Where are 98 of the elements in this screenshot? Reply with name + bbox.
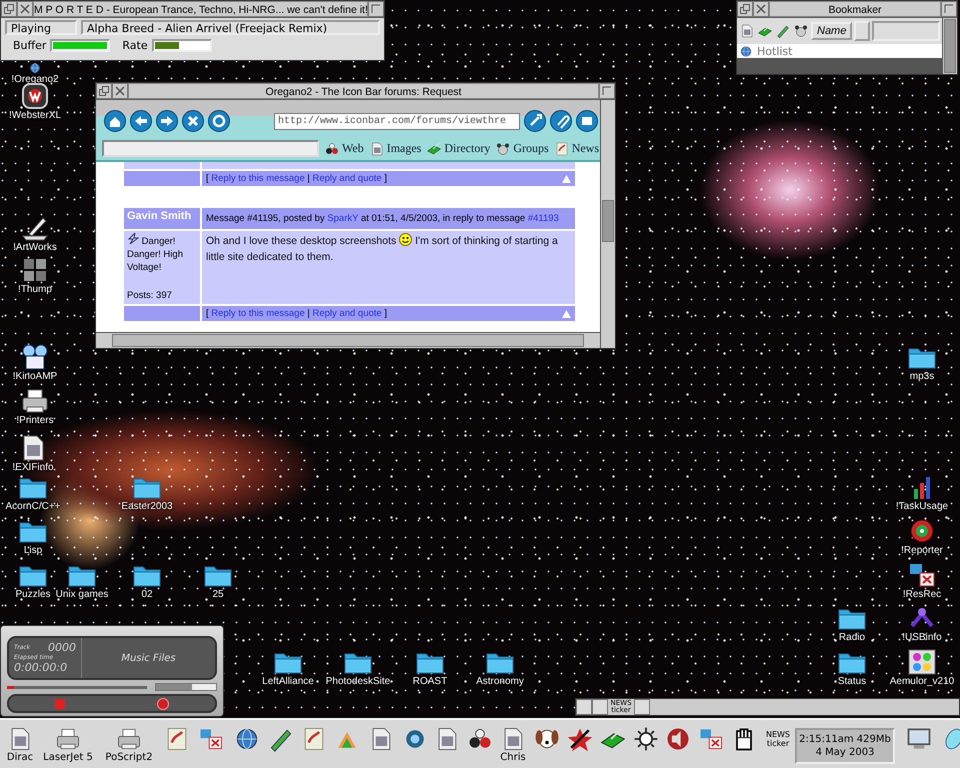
- search-field[interactable]: [102, 140, 319, 157]
- icon-label[interactable]: PhotodeskSite: [326, 676, 390, 688]
- icon-label[interactable]: !ResRec: [902, 589, 942, 601]
- author-name: Gavin Smith: [124, 208, 200, 229]
- reload-icon[interactable]: [208, 110, 230, 132]
- close-icon[interactable]: [753, 1, 769, 17]
- icon-label[interactable]: PoScript2: [105, 752, 153, 764]
- modules-icon[interactable]: [906, 648, 938, 676]
- status-field: Playing: [5, 20, 77, 35]
- print-icon[interactable]: [576, 110, 598, 132]
- clock-display[interactable]: 2:15:11am 429Mb 4 May 2003: [795, 728, 895, 764]
- icon-label[interactable]: Easter2003: [121, 501, 173, 513]
- icon-label[interactable]: Astronomy: [476, 676, 524, 688]
- back-icon[interactable]: [130, 110, 152, 132]
- icon-label[interactable]: Lisp: [24, 545, 42, 557]
- globe-icon[interactable]: [739, 44, 753, 58]
- display-text: Music Files: [121, 652, 176, 664]
- icon-label[interactable]: Dirac: [6, 752, 34, 764]
- window-title: M P O R T E D - European Trance, Techno, Hi-NRG... we can't define it!: [33, 1, 368, 17]
- icon-label[interactable]: !Reporter: [901, 545, 943, 557]
- volume-slider[interactable]: [155, 683, 217, 692]
- icon-label[interactable]: !WebsterXL: [8, 110, 62, 122]
- smiley-icon: [399, 233, 412, 246]
- mouse-icon[interactable]: [793, 24, 809, 38]
- info-sun-icon[interactable]: [632, 726, 660, 752]
- lightning-icon: [127, 233, 139, 244]
- scrollbar[interactable]: [96, 332, 600, 348]
- icon-label[interactable]: Status: [838, 676, 866, 688]
- ticker-label[interactable]: NEWS ticker: [763, 730, 793, 748]
- icon-label[interactable]: !TaskUsage: [896, 501, 948, 513]
- close-icon[interactable]: [112, 83, 128, 99]
- meter-label: Rate: [122, 39, 148, 52]
- clip-icon[interactable]: [550, 110, 572, 132]
- filter-field[interactable]: [872, 21, 940, 41]
- url-field[interactable]: http://www.iconbar.com/forums/viewthre: [274, 112, 520, 130]
- mouse-icon[interactable]: [495, 142, 512, 156]
- scrollbar[interactable]: [600, 100, 615, 348]
- list-item[interactable]: Hotlist: [757, 44, 792, 58]
- window-title: Bookmaker: [769, 1, 941, 17]
- post-count: Posts: 397: [127, 289, 173, 302]
- window-title: Oregano2 - The Icon Bar forums: Request: [128, 83, 599, 99]
- pencil-icon[interactable]: [775, 24, 791, 38]
- search-link[interactable]: Directory: [444, 141, 490, 156]
- icon-label[interactable]: Puzzles: [15, 589, 50, 601]
- book-icon[interactable]: [426, 142, 442, 156]
- toggle-size-icon[interactable]: [599, 83, 615, 99]
- icon-label[interactable]: LeftAlliance: [262, 676, 314, 688]
- icon-label[interactable]: 25: [212, 589, 224, 601]
- hotlist-icon[interactable]: [524, 110, 546, 132]
- message-body: Oh and I love these desktop screenshots I'm sort of thinking of starting a little site dedicated to them.: [202, 231, 575, 304]
- app-badge-icon[interactable]: [19, 82, 51, 110]
- reply-links: [ Reply to this message | Reply and quote ]: [206, 173, 387, 184]
- icon-label[interactable]: Radio: [838, 632, 866, 644]
- icon-label[interactable]: LaserJet 5: [43, 752, 93, 764]
- eject-button[interactable]: [157, 698, 169, 710]
- icon-label[interactable]: !Thump: [18, 284, 52, 296]
- close-icon[interactable]: [17, 1, 33, 17]
- icon-label[interactable]: 02: [141, 589, 153, 601]
- message-header: Message #41195, posted by SparkY at 01:51, 4/5/2003, in reply to message #41193: [202, 208, 575, 229]
- printer-icon[interactable]: [115, 726, 143, 752]
- back-icon[interactable]: [737, 1, 753, 17]
- icon-label[interactable]: ROAST: [412, 676, 448, 688]
- icon-label[interactable]: !USBinfo: [902, 632, 942, 644]
- reply-links: [ Reply to this message | Reply and quote ]: [206, 308, 387, 319]
- toggle-size-icon[interactable]: [941, 1, 957, 17]
- icon-label[interactable]: Chris: [500, 752, 526, 764]
- icon-label[interactable]: Aemulor_v210: [890, 676, 954, 688]
- track-field: Alpha Breed - Alien Arrivel (Freejack Remix): [81, 20, 380, 35]
- search-link[interactable]: Images: [386, 141, 422, 156]
- balls-icon[interactable]: [324, 142, 340, 156]
- icon-label[interactable]: Unix games: [56, 589, 108, 601]
- icon-label[interactable]: !Oregano2: [11, 74, 59, 86]
- scrollbar[interactable]: [942, 18, 957, 74]
- icon-label[interactable]: !EXIFinfo: [12, 462, 54, 474]
- globe-icon[interactable]: [28, 62, 42, 74]
- seek-slider[interactable]: [7, 686, 147, 689]
- printer-icon[interactable]: [54, 726, 82, 752]
- star-icon[interactable]: [566, 726, 594, 752]
- icon-label[interactable]: mp3s: [910, 371, 934, 383]
- home-icon[interactable]: [104, 110, 126, 132]
- meter-label: Buffer: [13, 39, 46, 52]
- forward-icon[interactable]: [156, 110, 178, 132]
- stop-icon[interactable]: [182, 110, 204, 132]
- back-icon[interactable]: [1, 1, 17, 17]
- search-link[interactable]: Groups: [513, 141, 549, 156]
- user-title: Danger! Danger! High Voltage!: [127, 233, 197, 274]
- track-number: 0000: [48, 641, 76, 654]
- icon-label[interactable]: !Printers: [16, 415, 54, 427]
- toggle-size-icon[interactable]: [368, 1, 384, 17]
- back-icon[interactable]: [96, 83, 112, 99]
- card-icon[interactable]: [554, 142, 570, 156]
- sort-button[interactable]: Name: [811, 22, 852, 40]
- search-link[interactable]: News: [572, 141, 600, 156]
- icon-label[interactable]: !ArtWorks: [13, 242, 57, 254]
- icon-label[interactable]: AcornC/C++: [5, 501, 61, 513]
- search-link[interactable]: Web: [342, 141, 364, 156]
- icon-label[interactable]: !KinoAMP: [12, 371, 58, 383]
- elapsed-time: 0:00:00:0: [14, 661, 68, 674]
